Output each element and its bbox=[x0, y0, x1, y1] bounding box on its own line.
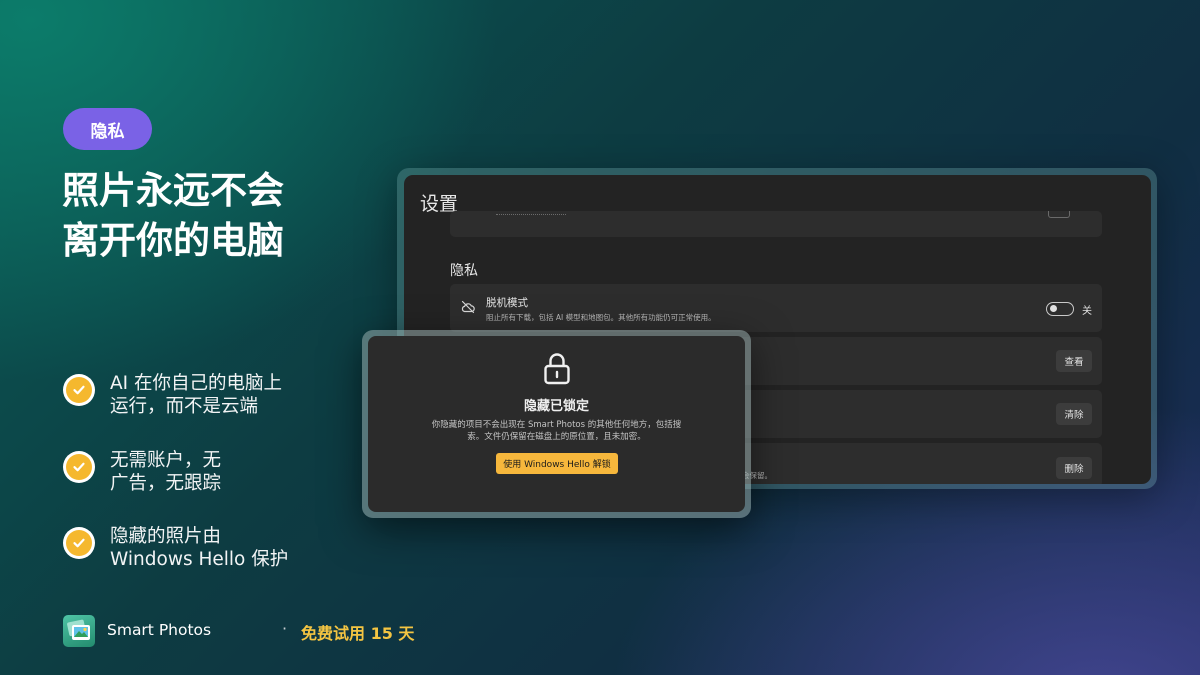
check-circle-icon bbox=[63, 527, 95, 559]
feature-text-line: 隐藏的照片由 bbox=[110, 526, 222, 547]
toggle-knob bbox=[1050, 305, 1057, 312]
offline-mode-title: 脱机模式 bbox=[486, 297, 528, 309]
delete-button[interactable]: 删除 bbox=[1056, 457, 1092, 479]
cloud-off-icon bbox=[461, 300, 475, 314]
privacy-badge: 隐私 bbox=[63, 108, 152, 150]
headline-line-2: 离开你的电脑 bbox=[62, 219, 284, 262]
dialog-description-line: 索。文件仍保留在磁盘上的原位置，且未加密。 bbox=[467, 432, 646, 442]
view-button[interactable]: 查看 bbox=[1056, 350, 1092, 372]
footer-separator: · bbox=[282, 619, 288, 638]
feature-text-line: 广告，无跟踪 bbox=[110, 473, 222, 494]
app-logo-icon bbox=[63, 615, 95, 647]
settings-card-partial bbox=[450, 211, 1102, 237]
feature-text: 隐藏的照片由 Windows Hello 保护 bbox=[110, 525, 360, 571]
check-circle-icon bbox=[63, 451, 95, 483]
feature-item: 无需账户，无 广告，无跟踪 bbox=[63, 449, 363, 509]
lock-icon bbox=[544, 353, 570, 385]
clipped-button[interactable] bbox=[1048, 211, 1070, 218]
offline-mode-card: 脱机模式 阻止所有下载，包括 AI 模型和地图包。其他所有功能仍可正常使用。 关 bbox=[450, 284, 1102, 332]
offline-mode-toggle[interactable] bbox=[1046, 302, 1074, 316]
dialog-title: 隐藏已锁定 bbox=[523, 399, 589, 414]
feature-text-line: AI 在你自己的电脑上 bbox=[110, 373, 282, 394]
unlock-windows-hello-button[interactable]: 使用 Windows Hello 解锁 bbox=[496, 453, 618, 474]
trial-label: 免费试用 15 天 bbox=[301, 624, 415, 643]
dialog-description: 你隐藏的项目不会出现在 Smart Photos 的其他任何地方，包括搜 索。文… bbox=[368, 419, 745, 443]
clear-button[interactable]: 清除 bbox=[1056, 403, 1092, 425]
toggle-state-label: 关 bbox=[1082, 306, 1092, 317]
feature-text: 无需账户，无 广告，无跟踪 bbox=[110, 449, 360, 495]
lock-dialog: 隐藏已锁定 你隐藏的项目不会出现在 Smart Photos 的其他任何地方，包… bbox=[368, 336, 745, 512]
feature-text-line: 运行，而不是云端 bbox=[110, 396, 259, 417]
feature-item: AI 在你自己的电脑上 运行，而不是云端 bbox=[63, 372, 363, 432]
feature-text-line: 无需账户，无 bbox=[110, 450, 222, 471]
section-label-privacy: 隐私 bbox=[450, 263, 478, 279]
headline: 照片永远不会 离开你的电脑 bbox=[62, 166, 362, 266]
feature-text: AI 在你自己的电脑上 运行，而不是云端 bbox=[110, 372, 360, 418]
feature-item: 隐藏的照片由 Windows Hello 保护 bbox=[63, 525, 363, 585]
feature-text-line: Windows Hello 保护 bbox=[110, 549, 289, 570]
headline-line-1: 照片永远不会 bbox=[62, 169, 284, 212]
footer: Smart Photos · 免费试用 15 天 bbox=[63, 615, 463, 647]
dialog-description-line: 你隐藏的项目不会出现在 Smart Photos 的其他任何地方，包括搜 bbox=[431, 420, 682, 430]
clipped-text bbox=[496, 207, 566, 215]
app-name: Smart Photos bbox=[107, 621, 212, 639]
offline-mode-description: 阻止所有下载，包括 AI 模型和地图包。其他所有功能仍可正常使用。 bbox=[486, 313, 716, 322]
check-circle-icon bbox=[63, 374, 95, 406]
